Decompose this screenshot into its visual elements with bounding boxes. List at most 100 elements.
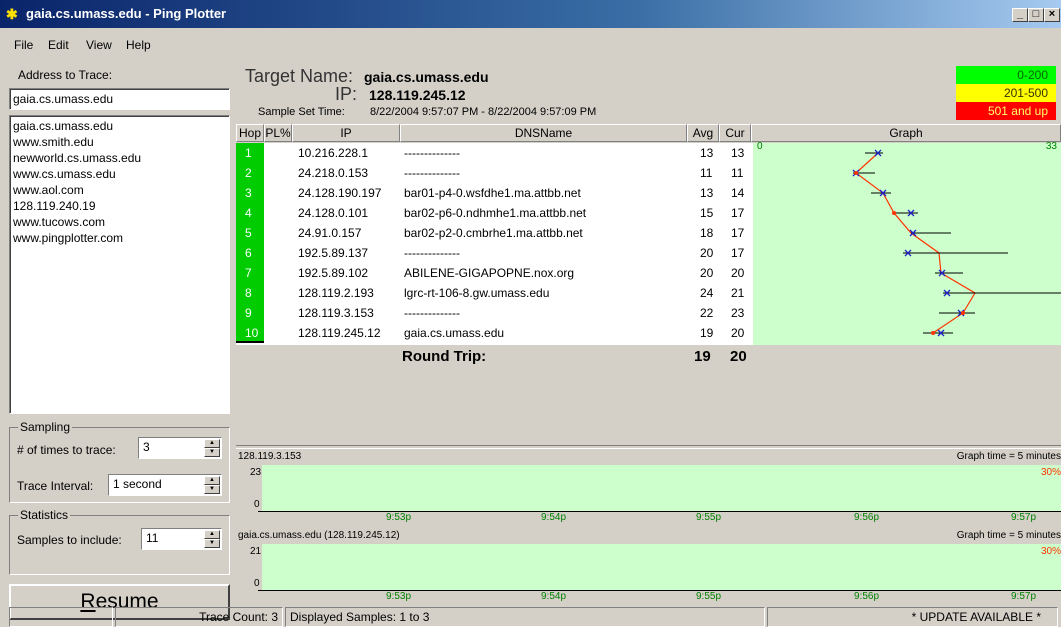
samples-stepper[interactable]: 11 ▲ ▼ — [141, 528, 222, 550]
menu-help[interactable]: Help — [126, 38, 151, 52]
title-bar: ✱ gaia.cs.umass.edu - Ping Plotter _ □ × — [0, 0, 1061, 28]
hop-ip: 10.216.228.1 — [298, 146, 369, 160]
col-hop[interactable]: Hop — [236, 124, 264, 142]
detail1-title: 128.119.3.153 — [238, 451, 302, 462]
close-button[interactable]: × — [1044, 8, 1060, 22]
detail2-plot: 30% — [262, 544, 1061, 590]
table-row[interactable]: 7 192.5.89.102 ABILENE-GIGAPOPNE.nox.org 20… — [236, 263, 1061, 283]
hop-avg: 20 — [700, 246, 714, 260]
table-row[interactable]: 10 128.119.245.12 gaia.cs.umass.edu 19 20 — [236, 323, 1061, 343]
time-tick: 9:56p — [854, 591, 880, 602]
menu-view[interactable]: View — [86, 38, 112, 52]
hop-dns: -------------- — [404, 146, 460, 160]
detail2-ymin: 0 — [254, 578, 260, 589]
hop-cur: 23 — [731, 306, 745, 320]
spin-down-icon[interactable]: ▼ — [204, 539, 220, 548]
round-trip-label: Round Trip: — [402, 348, 487, 365]
hop-cur: 17 — [731, 226, 745, 240]
table-row[interactable]: 3 24.128.190.197 bar01-p4-0.wsfdhe1.ma.att… — [236, 183, 1061, 203]
hop-number: 2 — [236, 163, 264, 183]
maximize-button[interactable]: □ — [1028, 8, 1044, 22]
hop-number: 5 — [236, 223, 264, 243]
hop-cur: 11 — [731, 166, 744, 180]
time-tick: 9:53p — [386, 512, 412, 523]
hop-ip: 192.5.89.137 — [298, 246, 369, 260]
hop-cur: 20 — [731, 326, 745, 340]
history-item[interactable]: www.cs.umass.edu — [13, 166, 226, 182]
hop-number: 3 — [236, 183, 264, 203]
detail-graph-hop9[interactable]: 128.119.3.153 Graph time = 5 minutes 23 … — [236, 451, 1061, 529]
spin-down-icon[interactable]: ▼ — [204, 448, 220, 457]
samples-value: 11 — [146, 531, 159, 545]
hop-number: 4 — [236, 203, 264, 223]
hop-cur: 13 — [731, 146, 745, 160]
time-tick: 9:56p — [854, 512, 880, 523]
menu-edit[interactable]: Edit — [48, 38, 69, 52]
time-tick: 9:53p — [386, 591, 412, 602]
detail1-ymax: 23 — [250, 467, 262, 478]
col-pl[interactable]: PL% — [264, 124, 292, 142]
history-item[interactable]: www.tucows.com — [13, 214, 226, 230]
table-row[interactable]: 9 128.119.3.153 -------------- 22 23 — [236, 303, 1061, 323]
hop-avg: 13 — [700, 146, 714, 160]
hop-cur: 17 — [731, 246, 745, 260]
hop-number: 9 — [236, 303, 264, 323]
hop-ip: 128.119.245.12 — [298, 326, 381, 340]
detail-graph-target[interactable]: gaia.cs.umass.edu (128.119.245.12) Graph… — [236, 530, 1061, 608]
time-tick: 9:57p — [1011, 591, 1037, 602]
table-row[interactable]: 8 128.119.2.193 lgrc-rt-106-8.gw.umass.edu… — [236, 283, 1061, 303]
hop-number: 1 — [236, 143, 264, 163]
legend-high: 501 and up — [956, 102, 1056, 120]
hop-avg: 15 — [700, 206, 714, 220]
address-label: Address to Trace: — [18, 68, 113, 82]
hop-dns: bar02-p6-0.ndhmhe1.ma.attbb.net — [404, 206, 587, 220]
col-avg[interactable]: Avg — [687, 124, 719, 142]
menu-file[interactable]: File — [14, 38, 33, 52]
time-tick: 9:54p — [541, 512, 567, 523]
minimize-button[interactable]: _ — [1012, 8, 1028, 22]
history-item[interactable]: www.aol.com — [13, 182, 226, 198]
table-row[interactable]: 4 24.128.0.101 bar02-p6-0.ndhmhe1.ma.attbb… — [236, 203, 1061, 223]
table-row[interactable]: 1 10.216.228.1 -------------- 13 13 — [236, 143, 1061, 163]
legend-low: 0-200 — [956, 66, 1056, 84]
detail1-plot: 30% — [262, 465, 1061, 511]
history-item[interactable]: www.pingplotter.com — [13, 230, 226, 246]
round-trip-cur: 20 — [730, 348, 747, 365]
hop-avg: 13 — [700, 186, 714, 200]
times-stepper[interactable]: 3 ▲ ▼ — [138, 437, 222, 459]
hop-ip: 192.5.89.102 — [298, 266, 369, 280]
app-window: ✱ gaia.cs.umass.edu - Ping Plotter _ □ ×… — [0, 0, 1061, 627]
hop-number: 8 — [236, 283, 264, 303]
spin-down-icon[interactable]: ▼ — [204, 485, 220, 494]
status-update[interactable]: * UPDATE AVAILABLE * — [767, 607, 1058, 627]
hop-cur: 21 — [731, 286, 745, 300]
hop-avg: 24 — [700, 286, 714, 300]
detail1-pct: 30% — [1040, 467, 1061, 478]
hop-number: 6 — [236, 243, 264, 263]
history-list[interactable]: gaia.cs.umass.edu www.smith.edu newworld.c… — [9, 115, 230, 414]
address-input[interactable]: gaia.cs.umass.edu — [9, 88, 230, 110]
spin-up-icon[interactable]: ▲ — [204, 476, 220, 485]
hop-dns: -------------- — [404, 166, 460, 180]
col-dns[interactable]: DNSName — [400, 124, 687, 142]
hop-ip: 24.128.190.197 — [298, 186, 382, 200]
sample-time-label: Sample Set Time: — [258, 106, 345, 118]
col-graph[interactable]: Graph — [751, 124, 1061, 142]
splitter[interactable] — [236, 445, 1061, 449]
sample-time-value: 8/22/2004 9:57:07 PM - 8/22/2004 9:57:09… — [370, 106, 597, 118]
window-title: gaia.cs.umass.edu - Ping Plotter — [26, 6, 227, 21]
table-row[interactable]: 2 24.218.0.153 -------------- 11 11 — [236, 163, 1061, 183]
col-ip[interactable]: IP — [292, 124, 400, 142]
hop-ip: 24.218.0.153 — [298, 166, 369, 180]
interval-stepper[interactable]: 1 second ▲ ▼ — [108, 474, 222, 496]
history-item[interactable]: gaia.cs.umass.edu — [13, 118, 226, 134]
table-row[interactable]: 5 24.91.0.157 bar02-p2-0.cmbrhe1.ma.attbb.… — [236, 223, 1061, 243]
table-row[interactable]: 6 192.5.89.137 -------------- 20 17 — [236, 243, 1061, 263]
history-item[interactable]: newworld.cs.umass.edu — [13, 150, 226, 166]
history-item[interactable]: 128.119.240.19 — [13, 198, 226, 214]
spin-up-icon[interactable]: ▲ — [204, 439, 220, 448]
col-cur[interactable]: Cur — [719, 124, 751, 142]
hop-dns: bar02-p2-0.cmbrhe1.ma.attbb.net — [404, 226, 583, 240]
history-item[interactable]: www.smith.edu — [13, 134, 226, 150]
spin-up-icon[interactable]: ▲ — [204, 530, 220, 539]
